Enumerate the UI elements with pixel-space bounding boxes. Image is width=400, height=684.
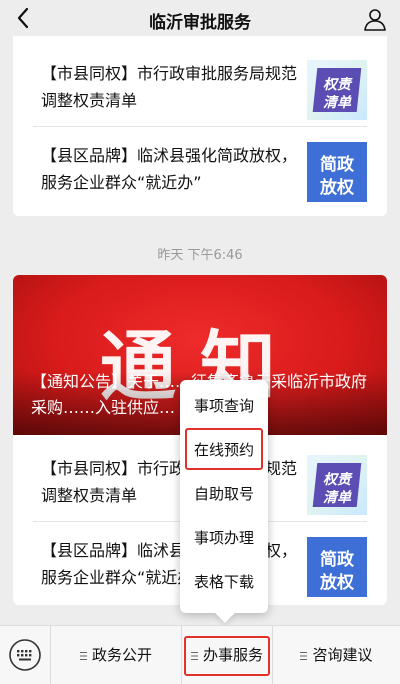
tab-consult-suggest[interactable]: 咨询建议 [273,626,400,684]
menu-lines-icon [300,651,308,660]
service-submenu-popup: 事项查询 在线预约 自助取号 事项办理 表格下载 [180,380,268,623]
top-nav-bar: 临沂审批服务 [0,0,400,38]
menu-item-self-ticket[interactable]: 自助取号 [180,474,268,514]
article-title: 【市县同权】市行政审批服务局规范调整权责清单 [41,64,298,110]
menu-item-handle-matters[interactable]: 事项办理 [180,518,268,558]
article-card-previous: 【市县同权】市行政审批服务局规范调整权责清单 权责 清单 【县区品牌】临沭县强化… [13,36,387,216]
menu-item-query[interactable]: 事项查询 [180,386,268,426]
article-thumbnail: 权责 清单 [307,455,367,515]
message-timestamp: 昨天 下午6:46 [157,248,243,263]
article-thumbnail: 简政 放权 [307,537,367,597]
page-title: 临沂审批服务 [149,13,251,33]
article-thumbnail: 简政 放权 [307,142,367,202]
highlight-box [185,428,263,470]
article-item[interactable]: 【市县同权】市行政审批服务局规范调整权责清单 权责 清单 [13,44,387,128]
menu-item-form-download[interactable]: 表格下载 [180,562,268,602]
bottom-menu-bar: 政务公开 办事服务 咨询建议 [0,625,400,684]
user-profile-icon[interactable] [362,6,388,32]
article-title: 【县区品牌】临沭县强化简政放权，服务企业群众“就近办” [41,146,298,192]
highlight-box [184,636,270,676]
article-item[interactable]: 【县区品牌】临沭县强化简政放权，服务企业群众“就近办” 简政 放权 [13,126,387,210]
article-thumbnail: 权责 清单 [307,60,367,120]
menu-lines-icon [79,651,87,660]
tab-government-affairs[interactable]: 政务公开 [51,626,181,684]
keyboard-toggle-icon[interactable] [8,638,42,672]
